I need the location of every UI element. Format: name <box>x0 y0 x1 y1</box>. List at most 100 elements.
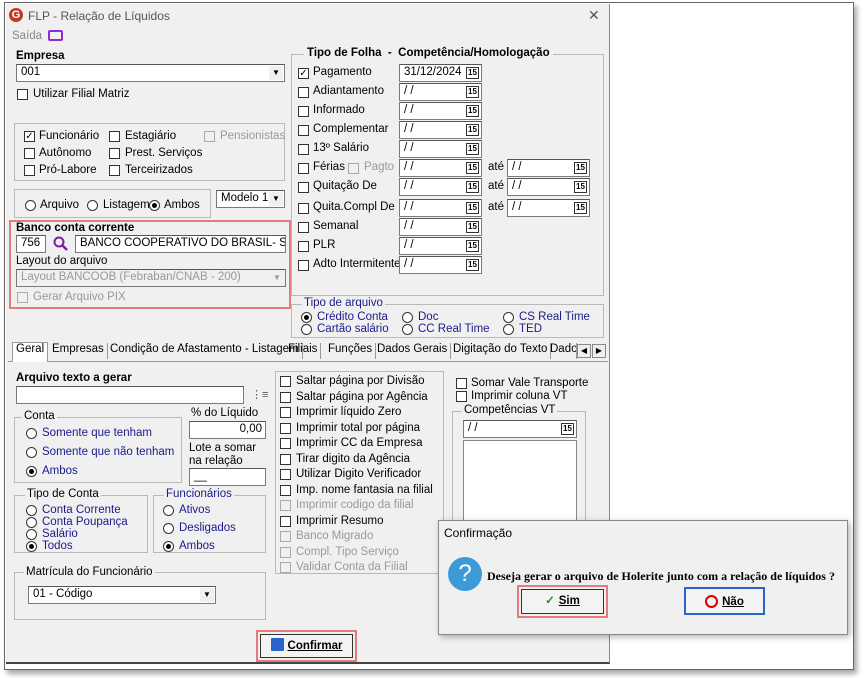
folha-checkbox[interactable] <box>298 182 309 193</box>
folha-checkbox[interactable] <box>298 241 309 252</box>
folha-checkbox[interactable] <box>298 203 309 214</box>
folha-date-input[interactable]: / /15 <box>399 256 482 274</box>
salario-radio[interactable] <box>26 529 37 540</box>
calendar-icon[interactable]: 15 <box>466 202 479 214</box>
calendar-icon[interactable]: 15 <box>574 181 587 193</box>
option-checkbox[interactable] <box>280 376 291 387</box>
ted-radio[interactable] <box>503 324 514 335</box>
folha-date-input[interactable]: / /15 <box>399 159 482 177</box>
calendar-icon[interactable]: 15 <box>561 423 574 435</box>
prest-servicos-checkbox[interactable] <box>109 148 120 159</box>
folha-date-input[interactable]: / /15 <box>399 121 482 139</box>
monitor-icon[interactable] <box>48 30 63 41</box>
tab-item[interactable]: Dados Gerais <box>374 343 452 359</box>
tab-scroll-left-icon[interactable]: ◀ <box>577 344 591 358</box>
conta-poupanca-radio[interactable] <box>26 517 37 528</box>
calendar-icon[interactable]: 15 <box>466 67 479 79</box>
calendar-icon[interactable]: 15 <box>466 105 479 117</box>
empresa-select[interactable]: 001 ▼ <box>16 64 285 82</box>
vale-transporte-checkbox[interactable] <box>456 378 467 389</box>
matricula-select[interactable]: 01 - Código ▼ <box>28 586 216 604</box>
pct-liquido-input[interactable]: 0,00 <box>189 421 266 439</box>
saida-menu[interactable]: Saída <box>12 30 42 42</box>
option-checkbox[interactable] <box>280 438 291 449</box>
folha-checkbox[interactable] <box>298 260 309 271</box>
tab-item[interactable]: Digitação do Texto <box>450 343 552 359</box>
option-checkbox[interactable] <box>280 422 291 434</box>
chevron-down-icon[interactable]: ▼ <box>200 588 214 602</box>
tab-item[interactable]: Filiais <box>285 343 322 359</box>
lote-input[interactable]: __ <box>189 468 266 486</box>
funcionario-checkbox[interactable]: ✓ <box>24 131 35 142</box>
folha-date-input[interactable]: / /15 <box>399 83 482 101</box>
func-ambos-radio[interactable] <box>163 541 174 552</box>
competencias-vt-list[interactable] <box>463 440 577 522</box>
prolabore-checkbox[interactable] <box>24 165 35 176</box>
chevron-down-icon[interactable]: ▼ <box>269 66 283 80</box>
somente-nao-tenham-radio[interactable] <box>26 447 37 458</box>
calendar-icon[interactable]: 15 <box>466 259 479 271</box>
tab-item[interactable]: Empresas <box>49 343 108 359</box>
ambos-radio[interactable] <box>149 200 160 211</box>
option-checkbox[interactable] <box>280 484 291 496</box>
folha-checkbox[interactable] <box>298 125 309 136</box>
ativos-radio[interactable] <box>163 505 174 516</box>
tab-item[interactable]: Condição de Afastamento - Listagem <box>107 343 303 359</box>
folha-date-input[interactable]: / /15 <box>399 178 482 196</box>
modelo-select[interactable]: Modelo 1 ▼ <box>216 190 285 208</box>
nao-button[interactable]: Não <box>684 587 765 615</box>
folha-date-input[interactable]: / /15 <box>399 199 482 217</box>
folha-checkbox[interactable] <box>298 222 309 233</box>
sim-button[interactable]: ✓ Sim <box>521 589 604 614</box>
arquivo-radio[interactable] <box>25 200 36 211</box>
cartao-salario-radio[interactable] <box>301 324 312 335</box>
confirmar-button[interactable]: Confirmar <box>260 634 353 658</box>
calendar-icon[interactable]: 15 <box>466 221 479 233</box>
credito-conta-radio[interactable] <box>301 312 312 323</box>
arquivo-texto-input[interactable] <box>16 386 244 404</box>
calendar-icon[interactable]: 15 <box>466 181 479 193</box>
calendar-icon[interactable]: 15 <box>466 124 479 136</box>
competencia-vt-input[interactable]: / /15 <box>463 420 577 438</box>
calendar-icon[interactable]: 15 <box>574 162 587 174</box>
folha-date-to-input[interactable]: / /15 <box>507 178 590 196</box>
folha-checkbox[interactable] <box>298 106 309 117</box>
tree-icon[interactable]: ⋮≡ <box>251 388 268 401</box>
search-icon[interactable] <box>53 236 69 252</box>
option-checkbox[interactable] <box>280 469 291 480</box>
listagem-radio[interactable] <box>87 200 98 211</box>
option-checkbox[interactable] <box>280 453 291 465</box>
option-checkbox[interactable] <box>280 407 291 418</box>
tab-scroll-right-icon[interactable]: ▶ <box>592 344 606 358</box>
todos-radio[interactable] <box>26 541 37 552</box>
tab-item[interactable]: Funções <box>325 343 377 359</box>
doc-radio[interactable] <box>402 312 413 323</box>
calendar-icon[interactable]: 15 <box>466 143 479 155</box>
folha-checkbox[interactable] <box>298 87 309 98</box>
calendar-icon[interactable]: 15 <box>574 202 587 214</box>
close-icon[interactable]: ✕ <box>588 7 600 24</box>
folha-date-input[interactable]: / /15 <box>399 218 482 236</box>
folha-date-to-input[interactable]: / /15 <box>507 159 590 177</box>
folha-checkbox[interactable] <box>298 144 309 155</box>
banco-code-input[interactable]: 756 <box>16 235 46 253</box>
coluna-vt-checkbox[interactable] <box>456 391 467 402</box>
autonomo-checkbox[interactable] <box>24 148 35 159</box>
folha-date-to-input[interactable]: / /15 <box>507 199 590 217</box>
tab-item[interactable]: Geral <box>12 342 49 362</box>
conta-ambos-radio[interactable] <box>26 466 37 477</box>
conta-corrente-radio[interactable] <box>26 505 37 516</box>
somente-tenham-radio[interactable] <box>26 428 37 439</box>
calendar-icon[interactable]: 15 <box>466 162 479 174</box>
calendar-icon[interactable]: 15 <box>466 86 479 98</box>
folha-date-input[interactable]: / /15 <box>399 140 482 158</box>
terceirizados-checkbox[interactable] <box>109 165 120 176</box>
desligados-radio[interactable] <box>163 523 174 534</box>
tab-item[interactable]: Dados <box>547 343 577 359</box>
folha-date-input[interactable]: / /15 <box>399 237 482 255</box>
calendar-icon[interactable]: 15 <box>466 240 479 252</box>
folha-checkbox[interactable] <box>298 163 309 174</box>
filial-matriz-checkbox[interactable] <box>17 89 28 100</box>
folha-date-input[interactable]: / /15 <box>399 102 482 120</box>
folha-checkbox[interactable]: ✓ <box>298 68 309 79</box>
